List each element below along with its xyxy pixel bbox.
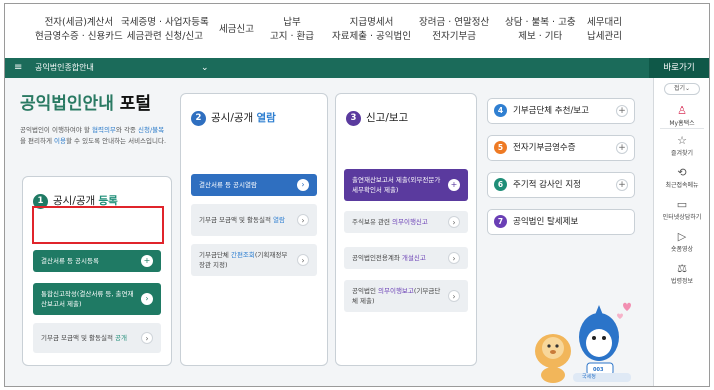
nav-item-statement[interactable]: 지급명세서 자료제출 · 공익법인 (332, 16, 411, 44)
nav-item-tax-agent[interactable]: 세무대리 납세관리 (587, 16, 622, 44)
shortcut-button[interactable]: 바로가기 (649, 58, 709, 78)
public-register-button[interactable]: 결산서류 등 공시등록 + (33, 250, 161, 272)
divider (660, 128, 704, 129)
donation-view-button[interactable]: 기부금 모금액 및 활동실적 열람 › (191, 204, 317, 236)
step-badge: 2 (191, 110, 206, 126)
nav-item-e-invoice[interactable]: 전자(세금)계산서 현금영수증 · 신용카드 (35, 16, 123, 44)
description-text: 공익법인이 이행하여야 할 (20, 126, 92, 134)
panel-public-register: 1 공시/공개 등록 결산서류 등 공시등록 + 통합신고작성(결산서류 등, 출연… (22, 176, 172, 366)
public-view-button[interactable]: 결산서류 등 공시열람 › (191, 174, 317, 196)
person-icon: ♙ (677, 104, 687, 117)
law-info-link[interactable]: ⚖ 법령정보 (658, 262, 706, 286)
step-badge: 4 (494, 104, 507, 117)
nav-item-payment[interactable]: 납부 고지 · 환급 (270, 16, 314, 44)
donor-group-lookup-button[interactable]: 기부금단체 간편조회(기획재정부장관 지정) › (191, 244, 317, 276)
highlight-box (32, 206, 164, 244)
contribution-report-button[interactable]: 출연재산보고서 제출(외부전문가 세무확인서 제출) + (344, 169, 468, 201)
fold-button[interactable]: 접기⌄ (664, 83, 700, 95)
monitor-icon: ▭ (676, 198, 688, 211)
short-video-link[interactable]: ▷ 숏폼영상 (658, 230, 706, 254)
play-icon: ▷ (677, 230, 687, 243)
nav-item-incentive[interactable]: 장려금 · 연말정산 전자기부금 (419, 16, 489, 44)
mascot-banner: 국세청 (582, 374, 596, 380)
page-description: 공익법인이 이행하여야 할 협력의무와 각종 신청/불복을 편리하게 이용할 수… (20, 125, 170, 147)
menu-icon[interactable]: ≡ (14, 62, 22, 74)
auditor-designation-item[interactable]: 6 주기적 감사인 지정 + (487, 172, 635, 198)
e-donation-receipt-item[interactable]: 5 전자기부금영수증 + (487, 135, 635, 161)
description-text: 을 편리하게 (20, 137, 55, 145)
plus-icon[interactable]: + (616, 105, 628, 117)
step-badge: 6 (494, 178, 507, 191)
history-icon: ⟲ (677, 166, 687, 179)
donor-group-recommend-item[interactable]: 4 기부금단체 추천/보고 + (487, 98, 635, 124)
plus-icon: + (141, 255, 153, 267)
description-highlight: 협력의무 (91, 126, 116, 134)
panel-heading: 3 신고/보고 (346, 110, 408, 126)
recent-menu-link[interactable]: ⟲ 최근접속메뉴 (658, 166, 706, 190)
panel-public-view: 2 공시/공개 열람 결산서류 등 공시열람 › 기부금 모금액 및 활동실적 열람… (180, 93, 328, 366)
description-text: 와 각종 (115, 126, 138, 134)
chevron-right-icon: › (448, 290, 460, 302)
favorites-link[interactable]: ☆ 즐겨찾기 (658, 134, 706, 158)
chevron-right-icon: › (448, 216, 460, 228)
browser-frame: 전자(세금)계산서 현금영수증 · 신용카드 국세증명 · 사업자등록 세금관련 신… (4, 3, 710, 387)
my-hometax-link[interactable]: ♙ My홈택스 (658, 104, 706, 128)
chevron-right-icon: › (448, 252, 460, 264)
chevron-right-icon: › (297, 179, 309, 191)
step-badge: 5 (494, 141, 507, 154)
star-icon: ☆ (677, 134, 687, 147)
step-badge: 3 (346, 110, 361, 126)
chevron-right-icon: › (297, 214, 309, 226)
breadcrumb-bar: ≡ 공익법인종합안내 ⌄ 바로가기 (5, 58, 709, 78)
chevron-right-icon: › (141, 332, 153, 344)
description-highlight: 신청/불복 (137, 126, 165, 134)
tax-evasion-report-item[interactable]: 7 공익법인 탈세제보 (487, 209, 635, 235)
description-highlight: 이용 (54, 137, 67, 145)
panel-report: 3 신고/보고 출연재산보고서 제출(외부전문가 세무확인서 제출) + 주식보유 … (335, 93, 477, 366)
nav-item-tax-filing[interactable]: 세금신고 (219, 23, 254, 37)
online-consult-link[interactable]: ▭ 인터넷상담하기 (658, 198, 706, 222)
obligation-report-button[interactable]: 공익법인 의무이행보고(기부금단체 제출) › (344, 280, 468, 312)
stock-holding-report-button[interactable]: 주식보유 관련 의무이행신고 › (344, 211, 468, 233)
panel-heading: 2 공시/공개 열람 (191, 110, 276, 126)
page-title: 공익법인안내 포털 (20, 94, 152, 114)
mascot-illustration (535, 302, 631, 383)
breadcrumb-title: 공익법인종합안내 (35, 63, 94, 72)
mascot-tag: 003 (593, 367, 604, 373)
chevron-right-icon: › (297, 254, 309, 266)
donation-disclose-button[interactable]: 기부금 모금액 및 활동실적 공개 › (33, 323, 161, 353)
step-badge: 7 (494, 215, 507, 228)
integrated-report-button[interactable]: 통합신고작성(결산서류 등, 출연재산보고서 제출) › (33, 283, 161, 315)
plus-icon[interactable]: + (616, 142, 628, 154)
gavel-icon: ⚖ (677, 262, 687, 275)
chevron-right-icon: › (141, 293, 153, 305)
nav-item-consult[interactable]: 상담 · 불복 · 고충 제보 · 기타 (505, 16, 576, 44)
plus-icon: + (448, 179, 460, 191)
top-navigation: 전자(세금)계산서 현금영수증 · 신용카드 국세증명 · 사업자등록 세금관련 신… (5, 4, 709, 58)
description-text: 할 수 있도록 안내하는 서비스입니다. (66, 137, 167, 145)
dedicated-account-button[interactable]: 공익법인전용계좌 개설신고 › (344, 247, 468, 269)
nav-item-certificates[interactable]: 국세증명 · 사업자등록 세금관련 신청/신고 (121, 16, 209, 44)
plus-icon[interactable]: + (616, 179, 628, 191)
quick-menu-sidebar: 접기⌄ ♙ My홈택스 ☆ 즐겨찾기 ⟲ 최근접속메뉴 ▭ 인터넷상담하기 ▷ 숏폼영상 … (653, 78, 709, 386)
chevron-down-icon[interactable]: ⌄ (201, 62, 209, 74)
